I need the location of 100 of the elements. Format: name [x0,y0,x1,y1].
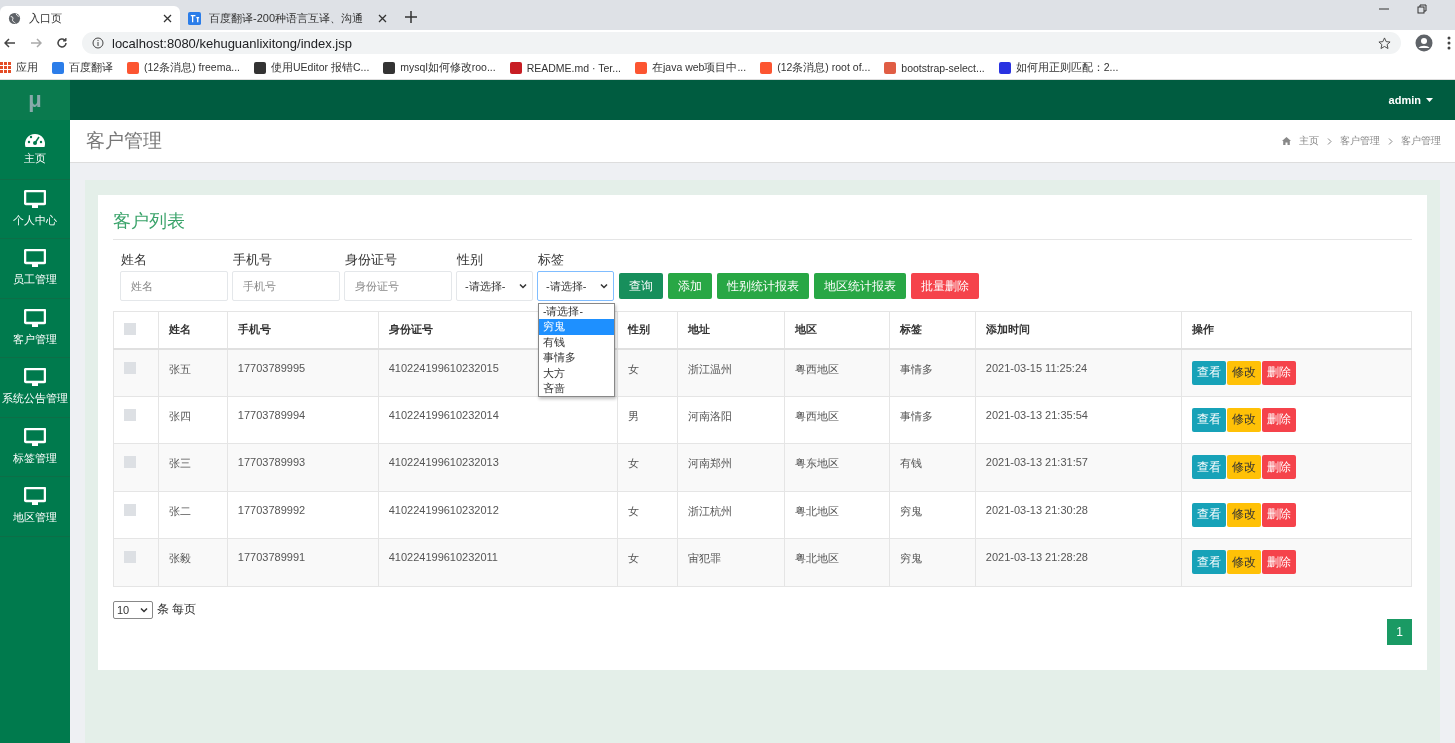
filter-input[interactable]: 姓名 [120,271,228,301]
table-cell: 17703789993 [227,443,379,491]
user-menu[interactable]: admin [1388,94,1433,106]
table-cell: 宙犯罪 [677,538,785,586]
table-cell: 事情多 [889,348,976,396]
bookmark[interactable]: 百度翻译 [52,60,113,75]
bookmark[interactable]: 在java web项目中... [635,60,747,75]
monitor-icon [24,487,46,508]
back-icon[interactable] [4,37,16,49]
caret-icon [1426,98,1433,102]
page-button[interactable]: 1 [1387,618,1412,645]
table-cell: 2021-03-15 11:25:24 [975,348,1182,396]
table-cell: 410224199610232013 [378,443,618,491]
table-cell: 粤西地区 [784,396,890,444]
card-title: 客户列表 [113,207,1412,240]
row-action-button[interactable]: 修改 [1227,550,1262,575]
filter-label: 姓名 [120,252,148,269]
table-cell: 河南郑州 [677,443,785,491]
page-size-select[interactable]: 10 [113,600,153,619]
checkbox[interactable] [124,503,136,516]
bookmark[interactable]: (12条消息) freema... [127,60,241,75]
table-cell: 粤北地区 [784,538,890,586]
bookmark[interactable]: 如何用正则匹配：2... [998,60,1119,75]
star-icon[interactable] [1378,36,1391,50]
filter-label: 身份证号 [344,252,398,269]
filter-select[interactable]: -请选择- [456,271,533,301]
reload-icon[interactable] [56,37,68,49]
checkbox[interactable] [124,361,136,374]
column-header: 性别 [617,311,678,349]
browser-tab[interactable]: 百度翻译-200种语言互译、沟通 [180,6,395,30]
table-cell: 张五 [158,348,228,396]
row-action-button[interactable]: 修改 [1227,502,1262,527]
bookmark[interactable]: (12条消息) root of... [760,60,871,75]
bookmark[interactable]: README.md · Ter... [509,61,621,74]
row-action-button[interactable]: 删除 [1262,407,1297,432]
filter-input[interactable]: 手机号 [232,271,340,301]
plus-icon[interactable] [405,11,417,23]
table-cell: 2021-03-13 21:35:54 [975,396,1182,444]
table-cell: 410224199610232014 [378,396,618,444]
table-cell: 穷鬼 [889,491,976,539]
row-action-button[interactable]: 修改 [1227,455,1262,480]
dropdown-option[interactable]: -请选择- [539,304,614,320]
address-bar[interactable]: localhost:8080/kehuguanlixitong/index.jsp [82,32,1401,54]
url-text: localhost:8080/kehuguanlixitong/index.jsp [112,35,353,51]
row-action-button[interactable]: 删除 [1262,455,1297,480]
table-cell: 女 [617,443,678,491]
table-cell: 男 [617,396,678,444]
monitor-icon [24,249,46,270]
bookmark[interactable]: mysql如何修改roo... [383,60,496,75]
table-cell: 410224199610232012 [378,491,618,539]
table-cell: 17703789991 [227,538,379,586]
breadcrumb-item[interactable]: 客户管理 [1340,134,1380,148]
restore-icon[interactable] [1417,4,1427,14]
column-header: 地址 [677,311,785,349]
more-icon[interactable] [1447,36,1451,50]
chevron-down-icon [518,281,528,291]
info-icon [92,37,104,49]
row-action-button[interactable]: 删除 [1262,550,1297,575]
account-icon[interactable] [1415,34,1433,52]
table-cell: 事情多 [889,396,976,444]
breadcrumb-item[interactable]: 主页 [1299,134,1319,148]
table-cell: 有钱 [889,443,976,491]
column-header: 标签 [889,311,976,349]
column-header: 手机号 [227,311,379,349]
column-header: 地区 [784,311,890,349]
filter-label: 标签 [537,252,565,269]
checkbox[interactable] [124,408,136,421]
row-action-button[interactable]: 修改 [1227,407,1262,432]
page-title: 客户管理 [86,129,162,153]
checkbox[interactable] [124,551,136,563]
globe-icon [8,11,21,25]
chevron-right-icon [1327,137,1332,145]
table-cell: 2021-03-13 21:31:57 [975,443,1182,491]
monitor-icon [24,427,46,448]
close-icon[interactable] [378,13,387,23]
home-icon [1282,137,1291,145]
bookmark[interactable]: 使用UEditor 报错C... [254,60,370,75]
row-action-button[interactable]: 删除 [1262,502,1297,527]
checkbox[interactable] [124,456,136,468]
table-cell: 浙江温州 [677,348,785,396]
filter-select[interactable]: -请选择- [537,271,614,301]
bookmark[interactable]: bootstrap-select... [884,61,985,74]
filter-input[interactable]: 身份证号 [344,271,452,301]
column-header: 姓名 [158,311,228,349]
chevron-right-icon [1388,137,1393,145]
table-cell: 张毅 [158,538,228,586]
table-cell: 2021-03-13 21:28:28 [975,538,1182,586]
table-cell: 河南洛阳 [677,396,785,444]
browser-tab[interactable]: 入口页 [0,6,180,30]
dropdown-option[interactable]: 事情多 [539,350,614,366]
table-cell: 女 [617,491,678,539]
toolbar-button[interactable]: 批量删除 [911,273,979,299]
close-icon[interactable] [163,13,172,23]
row-action-button[interactable]: 删除 [1262,360,1297,385]
bookmark[interactable]: 应用 [0,60,38,75]
table-cell: 女 [617,538,678,586]
toolbar-button[interactable]: 查询 [619,273,663,299]
checkbox[interactable] [124,322,136,335]
row-action-button[interactable]: 修改 [1227,360,1262,385]
table-cell: 2021-03-13 21:30:28 [975,491,1182,539]
